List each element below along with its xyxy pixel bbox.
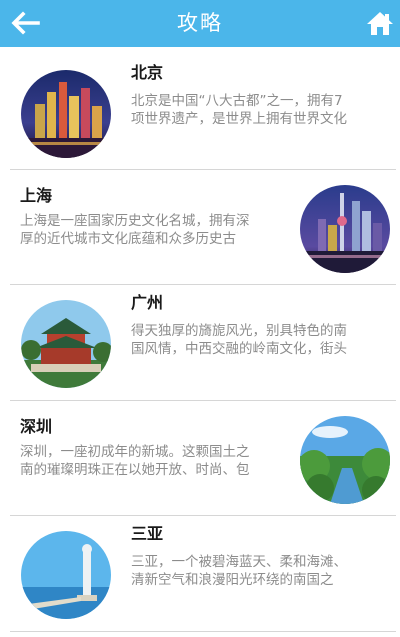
back-button[interactable] xyxy=(8,6,42,40)
top-bar: 攻略 xyxy=(0,0,400,47)
home-icon xyxy=(367,12,393,35)
item-title: 北京 xyxy=(131,63,164,82)
home-button[interactable] xyxy=(364,7,396,39)
page-title: 攻略 xyxy=(177,11,223,35)
list-item-shanghai[interactable]: 上海 上海是一座国家历史文化名城，拥有深 厚的近代城市文化底蕴和众多历史古 xyxy=(0,170,400,284)
beijing-thumbnail xyxy=(21,70,111,158)
shanghai-thumbnail xyxy=(300,185,390,273)
list-item-sanya[interactable]: 三亚 三亚，一个被碧海蓝天、柔和海滩、 清新空气和浪漫阳光环绕的南国之 xyxy=(0,516,400,630)
item-description: 上海是一座国家历史文化名城，拥有深 厚的近代城市文化底蕴和众多历史古 xyxy=(20,213,250,247)
list-item-guangzhou[interactable]: 广州 得天独厚的旖旎风光，别具特色的南 国风情，中西交融的岭南文化，街头 xyxy=(0,285,400,399)
item-description: 深圳，一座初成年的新城。这颗国土之 南的璀璨明珠正在以她开放、时尚、包 xyxy=(20,444,250,478)
item-description: 北京是中国“八大古都”之一，拥有7 项世界遗产，是世界上拥有世界文化 xyxy=(131,93,347,127)
divider xyxy=(10,631,396,632)
arrow-left-icon xyxy=(11,11,40,35)
list-item-beijing[interactable]: 北京 北京是中国“八大古都”之一，拥有7 项世界遗产，是世界上拥有世界文化 xyxy=(0,55,400,169)
item-title: 深圳 xyxy=(20,417,53,436)
item-title: 上海 xyxy=(20,186,53,205)
item-description: 得天独厚的旖旎风光，别具特色的南 国风情，中西交融的岭南文化，街头 xyxy=(131,323,347,357)
sanya-thumbnail xyxy=(21,531,111,619)
list-item-shenzhen[interactable]: 深圳 深圳，一座初成年的新城。这颗国土之 南的璀璨明珠正在以她开放、时尚、包 xyxy=(0,401,400,515)
item-title: 广州 xyxy=(131,293,164,312)
item-title: 三亚 xyxy=(131,524,164,543)
guangzhou-thumbnail xyxy=(21,300,111,388)
item-description: 三亚，一个被碧海蓝天、柔和海滩、 清新空气和浪漫阳光环绕的南国之 xyxy=(131,554,347,588)
shenzhen-thumbnail xyxy=(300,416,390,504)
